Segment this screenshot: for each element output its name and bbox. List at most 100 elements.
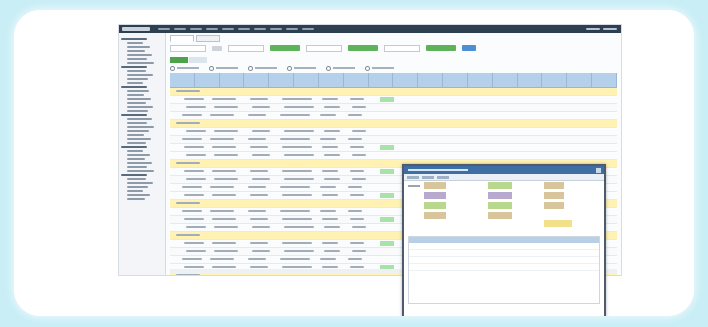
column-header[interactable] <box>418 73 444 87</box>
column-header[interactable] <box>493 73 518 87</box>
table-cell <box>324 154 340 156</box>
radio-icon <box>365 65 370 71</box>
filter-button[interactable] <box>212 45 222 51</box>
option[interactable] <box>326 65 355 71</box>
field-value[interactable] <box>488 202 512 209</box>
option[interactable] <box>248 65 277 71</box>
table-row[interactable] <box>409 250 599 257</box>
field-value[interactable] <box>544 202 564 209</box>
radio-icon <box>326 65 331 71</box>
top-menu-item[interactable] <box>302 28 314 30</box>
sidebar-item-label <box>127 138 151 140</box>
table-row[interactable] <box>170 96 617 104</box>
top-menu-item[interactable] <box>174 28 186 30</box>
field-value[interactable] <box>544 220 572 227</box>
sidebar-item[interactable] <box>119 197 165 201</box>
table-cell <box>252 250 270 252</box>
search-button[interactable] <box>462 45 476 51</box>
field-value[interactable] <box>424 202 446 209</box>
option[interactable] <box>209 65 238 71</box>
table-cell <box>182 258 202 260</box>
field-value[interactable] <box>544 182 564 189</box>
user-link[interactable] <box>586 28 600 30</box>
field-value[interactable] <box>424 192 446 199</box>
table-cell <box>186 106 206 108</box>
popup-toolbar-item[interactable] <box>422 175 434 179</box>
top-menu-item[interactable] <box>190 28 202 30</box>
table-cell <box>282 98 312 100</box>
table-row[interactable] <box>170 104 617 112</box>
close-icon[interactable] <box>596 167 601 173</box>
column-header[interactable] <box>468 73 493 87</box>
top-menu-item[interactable] <box>206 28 218 30</box>
sub-tab[interactable] <box>170 57 188 63</box>
table-cell <box>252 130 270 132</box>
sidebar-item-label <box>127 118 152 120</box>
table-row[interactable] <box>170 152 617 160</box>
column-header[interactable] <box>170 73 195 87</box>
field-value[interactable] <box>544 192 564 199</box>
table-cell <box>282 266 312 268</box>
top-menu-item[interactable] <box>286 28 298 30</box>
table-row[interactable] <box>170 112 617 120</box>
table-row[interactable] <box>170 88 617 96</box>
table-cell <box>284 130 314 132</box>
option-row <box>170 65 617 71</box>
popup-toolbar-item[interactable] <box>437 175 449 179</box>
top-menu-item[interactable] <box>238 28 250 30</box>
page-tabs <box>170 35 220 42</box>
table-cell <box>282 170 312 172</box>
popup-toolbar-item[interactable] <box>407 175 419 179</box>
column-header[interactable] <box>369 73 394 87</box>
column-header[interactable] <box>244 73 270 87</box>
status-cell <box>380 241 394 246</box>
table-cell <box>250 218 268 220</box>
column-header[interactable] <box>443 73 468 87</box>
sidebar-group-label <box>121 66 147 68</box>
filter-input[interactable] <box>228 44 264 52</box>
option[interactable] <box>170 65 199 71</box>
column-header[interactable] <box>269 73 295 87</box>
column-header[interactable] <box>294 73 319 87</box>
field-value[interactable] <box>488 192 512 199</box>
table-row[interactable] <box>170 144 617 152</box>
top-menu-item[interactable] <box>254 28 266 30</box>
table-cell <box>350 170 364 172</box>
table-row[interactable] <box>170 128 617 136</box>
column-header[interactable] <box>344 73 369 87</box>
table-row[interactable] <box>170 120 617 128</box>
column-header[interactable] <box>393 73 419 87</box>
column-header[interactable] <box>220 73 245 87</box>
column-header[interactable] <box>518 73 543 87</box>
field-value[interactable] <box>424 182 446 189</box>
filter-input[interactable] <box>306 44 342 52</box>
option[interactable] <box>287 65 316 71</box>
filter-input[interactable] <box>384 44 420 52</box>
table-row[interactable] <box>409 264 599 271</box>
table-row[interactable] <box>409 243 599 250</box>
user-link[interactable] <box>603 28 617 30</box>
table-row[interactable] <box>409 257 599 264</box>
page-tab[interactable] <box>196 35 220 42</box>
table-cell <box>280 210 310 212</box>
filter-input[interactable] <box>170 44 206 52</box>
field-value[interactable] <box>488 212 512 219</box>
top-menu-item[interactable] <box>222 28 234 30</box>
column-header[interactable] <box>542 73 568 87</box>
sidebar-item-label <box>127 98 151 100</box>
field-value[interactable] <box>488 182 512 189</box>
sidebar-navigation <box>119 33 166 275</box>
column-header[interactable] <box>319 73 344 87</box>
field-value[interactable] <box>424 212 446 219</box>
sidebar-item-label <box>127 102 146 104</box>
option[interactable] <box>365 65 394 71</box>
sub-tab[interactable] <box>189 57 207 63</box>
top-menu-item[interactable] <box>270 28 282 30</box>
option-label <box>255 67 277 69</box>
column-header[interactable] <box>195 73 220 87</box>
page-tab[interactable] <box>170 35 194 42</box>
column-header[interactable] <box>567 73 593 87</box>
table-row[interactable] <box>170 136 617 144</box>
column-header[interactable] <box>592 73 617 87</box>
top-menu-item[interactable] <box>158 28 170 30</box>
